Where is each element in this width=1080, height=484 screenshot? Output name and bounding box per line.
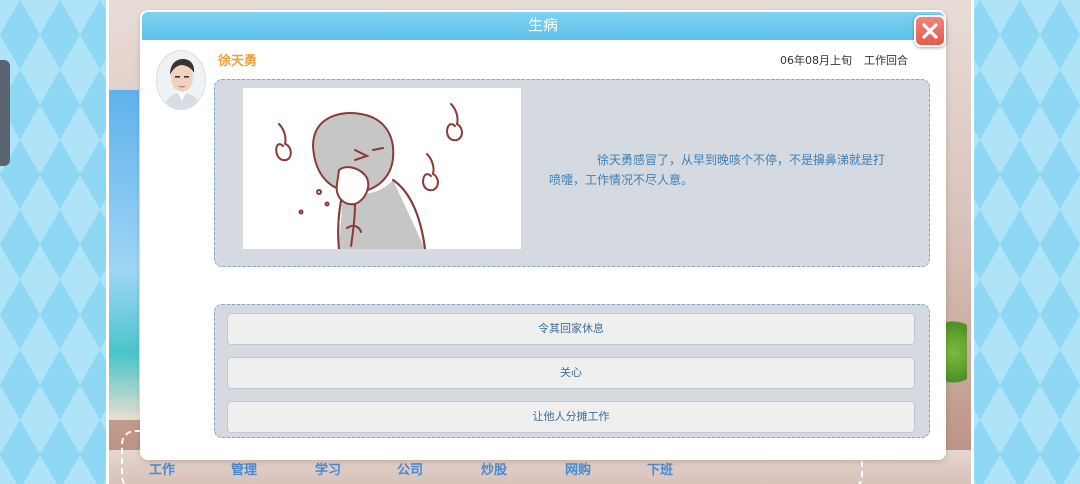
turn-info: 06年08月上旬 工作回合 bbox=[780, 52, 908, 68]
story-text: 徐天勇感冒了，从早到晚咳个不停，不是擤鼻涕就是打喷嚏，工作情况不尽人意。 bbox=[549, 153, 886, 187]
choice-show-concern-button[interactable]: 关心 bbox=[227, 357, 915, 389]
story-panel: 徐天勇感冒了，从早到晚咳个不停，不是擤鼻涕就是打喷嚏，工作情况不尽人意。 bbox=[214, 79, 930, 267]
choice-send-home-button[interactable]: 令其回家休息 bbox=[227, 313, 915, 345]
sneezing-person-icon bbox=[275, 103, 463, 250]
date-label: 06年08月上旬 bbox=[780, 54, 852, 67]
avatar bbox=[156, 50, 206, 110]
character-name: 徐天勇 bbox=[218, 54, 258, 69]
character-portrait-icon bbox=[157, 51, 205, 109]
close-button[interactable] bbox=[914, 15, 946, 47]
background-window bbox=[109, 90, 143, 420]
phase-label: 工作回合 bbox=[864, 54, 908, 67]
dialog-title: 生病 bbox=[142, 12, 944, 40]
sick-illustration bbox=[243, 88, 521, 250]
choices-panel: 令其回家休息 关心 让他人分摊工作 bbox=[214, 304, 930, 438]
side-drawer-handle[interactable] bbox=[0, 60, 10, 166]
choice-share-work-button[interactable]: 让他人分摊工作 bbox=[227, 401, 915, 433]
event-dialog: 生病 徐天勇 06年08月上旬 工作回合 徐天勇感冒了，从早到晚咳个不停，不是擤… bbox=[142, 12, 946, 458]
close-icon bbox=[922, 23, 938, 39]
